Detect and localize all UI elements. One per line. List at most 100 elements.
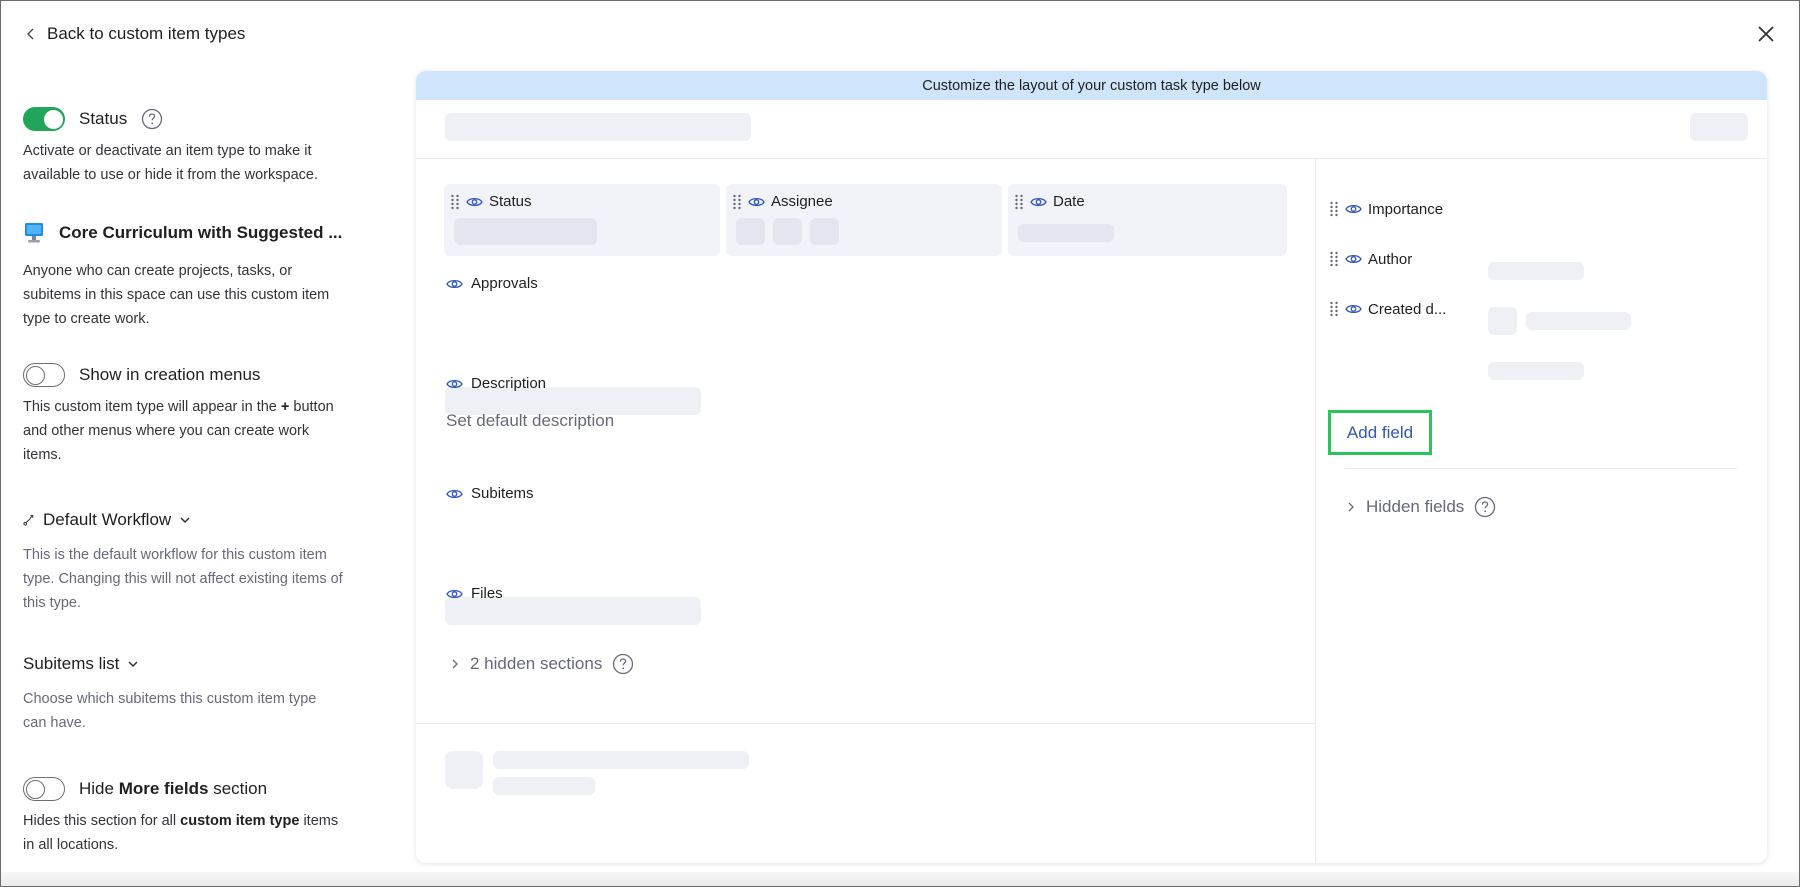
- eye-icon[interactable]: [748, 196, 765, 208]
- drag-handle-icon[interactable]: [1329, 201, 1339, 217]
- files-label: Files: [471, 585, 503, 602]
- chevron-right-icon: [452, 659, 458, 669]
- main-fields-pane: Status Assignee Date Approvals Descripti…: [416, 159, 1316, 863]
- hide-desc-before: Hides this section for all: [23, 813, 177, 829]
- show-in-creation-menus-toggle[interactable]: [23, 363, 65, 387]
- subitems-list-description: Choose which subitems this custom item t…: [23, 691, 317, 731]
- action-skeleton: [1690, 113, 1748, 141]
- files-section[interactable]: Files: [446, 585, 503, 602]
- back-to-custom-item-types-link[interactable]: Back to custom item types: [25, 21, 245, 47]
- hidden-fields-label: Hidden fields: [1366, 497, 1465, 516]
- close-button[interactable]: [1753, 21, 1779, 47]
- set-default-description[interactable]: Set default description: [446, 411, 614, 431]
- title-skeleton: [445, 113, 751, 141]
- updates-line-skeleton: [493, 751, 749, 769]
- eye-icon[interactable]: [1345, 303, 1362, 315]
- created-date-field-row[interactable]: Created d...: [1329, 299, 1446, 319]
- help-icon[interactable]: [141, 108, 163, 130]
- author-value-skeleton: [1526, 312, 1631, 330]
- help-icon[interactable]: [1474, 496, 1496, 518]
- help-icon[interactable]: [612, 653, 634, 675]
- drag-handle-icon[interactable]: [1329, 301, 1339, 317]
- date-field-label: Date: [1053, 193, 1085, 210]
- eye-icon[interactable]: [466, 196, 483, 208]
- window-bottom-edge: [1, 872, 1799, 886]
- side-fields-pane: Importance Author Created d... Add field…: [1317, 159, 1767, 863]
- assignee-field-label: Assignee: [771, 193, 833, 210]
- hide-label-after: section: [213, 779, 268, 798]
- default-workflow-dropdown[interactable]: Default Workflow: [23, 507, 363, 533]
- updates-line-skeleton: [493, 777, 595, 795]
- item-type-row: Core Curriculum with Suggested ...: [23, 219, 363, 247]
- right-pane-divider: [1345, 468, 1737, 469]
- pane-divider: [416, 723, 1316, 724]
- hide-label-before: Hide: [79, 779, 114, 798]
- importance-value-skeleton: [1488, 262, 1584, 280]
- assignee-field-card[interactable]: Assignee: [726, 184, 1002, 256]
- drag-handle-icon[interactable]: [450, 194, 460, 210]
- approvals-label: Approvals: [471, 275, 538, 292]
- creation-menus-setting: Show in creation menus: [23, 361, 363, 389]
- item-type-name: Core Curriculum with Suggested ...: [59, 223, 343, 242]
- status-field-label: Status: [489, 193, 532, 210]
- chevron-down-icon: [128, 661, 138, 668]
- eye-icon[interactable]: [1030, 196, 1047, 208]
- close-icon: [1758, 26, 1774, 42]
- importance-label: Importance: [1368, 200, 1444, 218]
- updates-avatar-skeleton: [445, 751, 483, 789]
- author-label: Author: [1368, 250, 1413, 268]
- hide-label-bold: More fields: [118, 779, 209, 798]
- hide-more-fields-label: Hide More fields section: [79, 779, 267, 799]
- approvals-section[interactable]: Approvals: [446, 275, 538, 292]
- subitems-list-dropdown[interactable]: Subitems list: [23, 651, 363, 677]
- eye-icon[interactable]: [446, 588, 463, 600]
- drag-handle-icon[interactable]: [1329, 251, 1339, 267]
- author-avatar-skeleton: [1488, 307, 1517, 335]
- item-type-description: Anyone who can create projects, tasks, o…: [23, 263, 330, 327]
- date-value-skeleton: [1018, 224, 1114, 242]
- hide-desc-bold: custom item type: [180, 813, 300, 829]
- customize-banner: Customize the layout of your custom task…: [416, 71, 1767, 100]
- hide-more-fields-setting: Hide More fields section: [23, 775, 363, 803]
- date-field-header: Date: [1014, 193, 1085, 210]
- chevron-down-icon: [180, 517, 190, 524]
- hidden-sections-toggle[interactable]: 2 hidden sections: [450, 653, 634, 675]
- status-field-card[interactable]: Status: [444, 184, 720, 256]
- eye-icon[interactable]: [446, 378, 463, 390]
- status-toggle[interactable]: [23, 107, 65, 131]
- settings-sidebar: Status Activate or deactivate an item ty…: [23, 105, 363, 857]
- chevron-left-icon: [27, 28, 34, 40]
- creation-menus-description: This custom item type will appear in the…: [23, 395, 343, 467]
- eye-icon[interactable]: [446, 278, 463, 290]
- creation-menus-label: Show in creation menus: [79, 365, 261, 384]
- importance-field-row[interactable]: Importance: [1329, 199, 1443, 219]
- back-link-label: Back to custom item types: [47, 24, 246, 43]
- drag-handle-icon[interactable]: [1014, 194, 1024, 210]
- description-section[interactable]: Description: [446, 375, 546, 392]
- subitems-list-label: Subitems list: [23, 654, 120, 673]
- eye-icon[interactable]: [446, 488, 463, 500]
- hide-more-fields-toggle[interactable]: [23, 777, 65, 801]
- avatar-skeleton: [810, 218, 839, 245]
- drag-handle-icon[interactable]: [732, 194, 742, 210]
- status-label: Status: [79, 109, 128, 128]
- assignee-field-header: Assignee: [732, 193, 833, 210]
- default-workflow-label: Default Workflow: [43, 510, 172, 529]
- date-field-card[interactable]: Date: [1008, 184, 1287, 256]
- status-value-skeleton: [454, 218, 597, 245]
- avatar-skeleton: [736, 218, 765, 245]
- author-field-row[interactable]: Author: [1329, 249, 1412, 269]
- creation-menus-desc-before: This custom item type will appear in the: [23, 399, 277, 415]
- subitems-section[interactable]: Subitems: [446, 485, 534, 502]
- plus-symbol: +: [280, 399, 290, 415]
- avatar-skeleton: [773, 218, 802, 245]
- eye-icon[interactable]: [1345, 253, 1362, 265]
- hidden-fields-toggle[interactable]: Hidden fields: [1346, 496, 1496, 518]
- workflow-icon: [23, 515, 34, 526]
- status-setting: Status: [23, 105, 363, 133]
- add-field-button[interactable]: Add field: [1328, 410, 1432, 455]
- monitor-emoji-icon: [25, 223, 43, 243]
- eye-icon[interactable]: [1345, 203, 1362, 215]
- hide-more-fields-description: Hides this section for all custom item t…: [23, 809, 343, 857]
- card-header-preview: [416, 100, 1767, 159]
